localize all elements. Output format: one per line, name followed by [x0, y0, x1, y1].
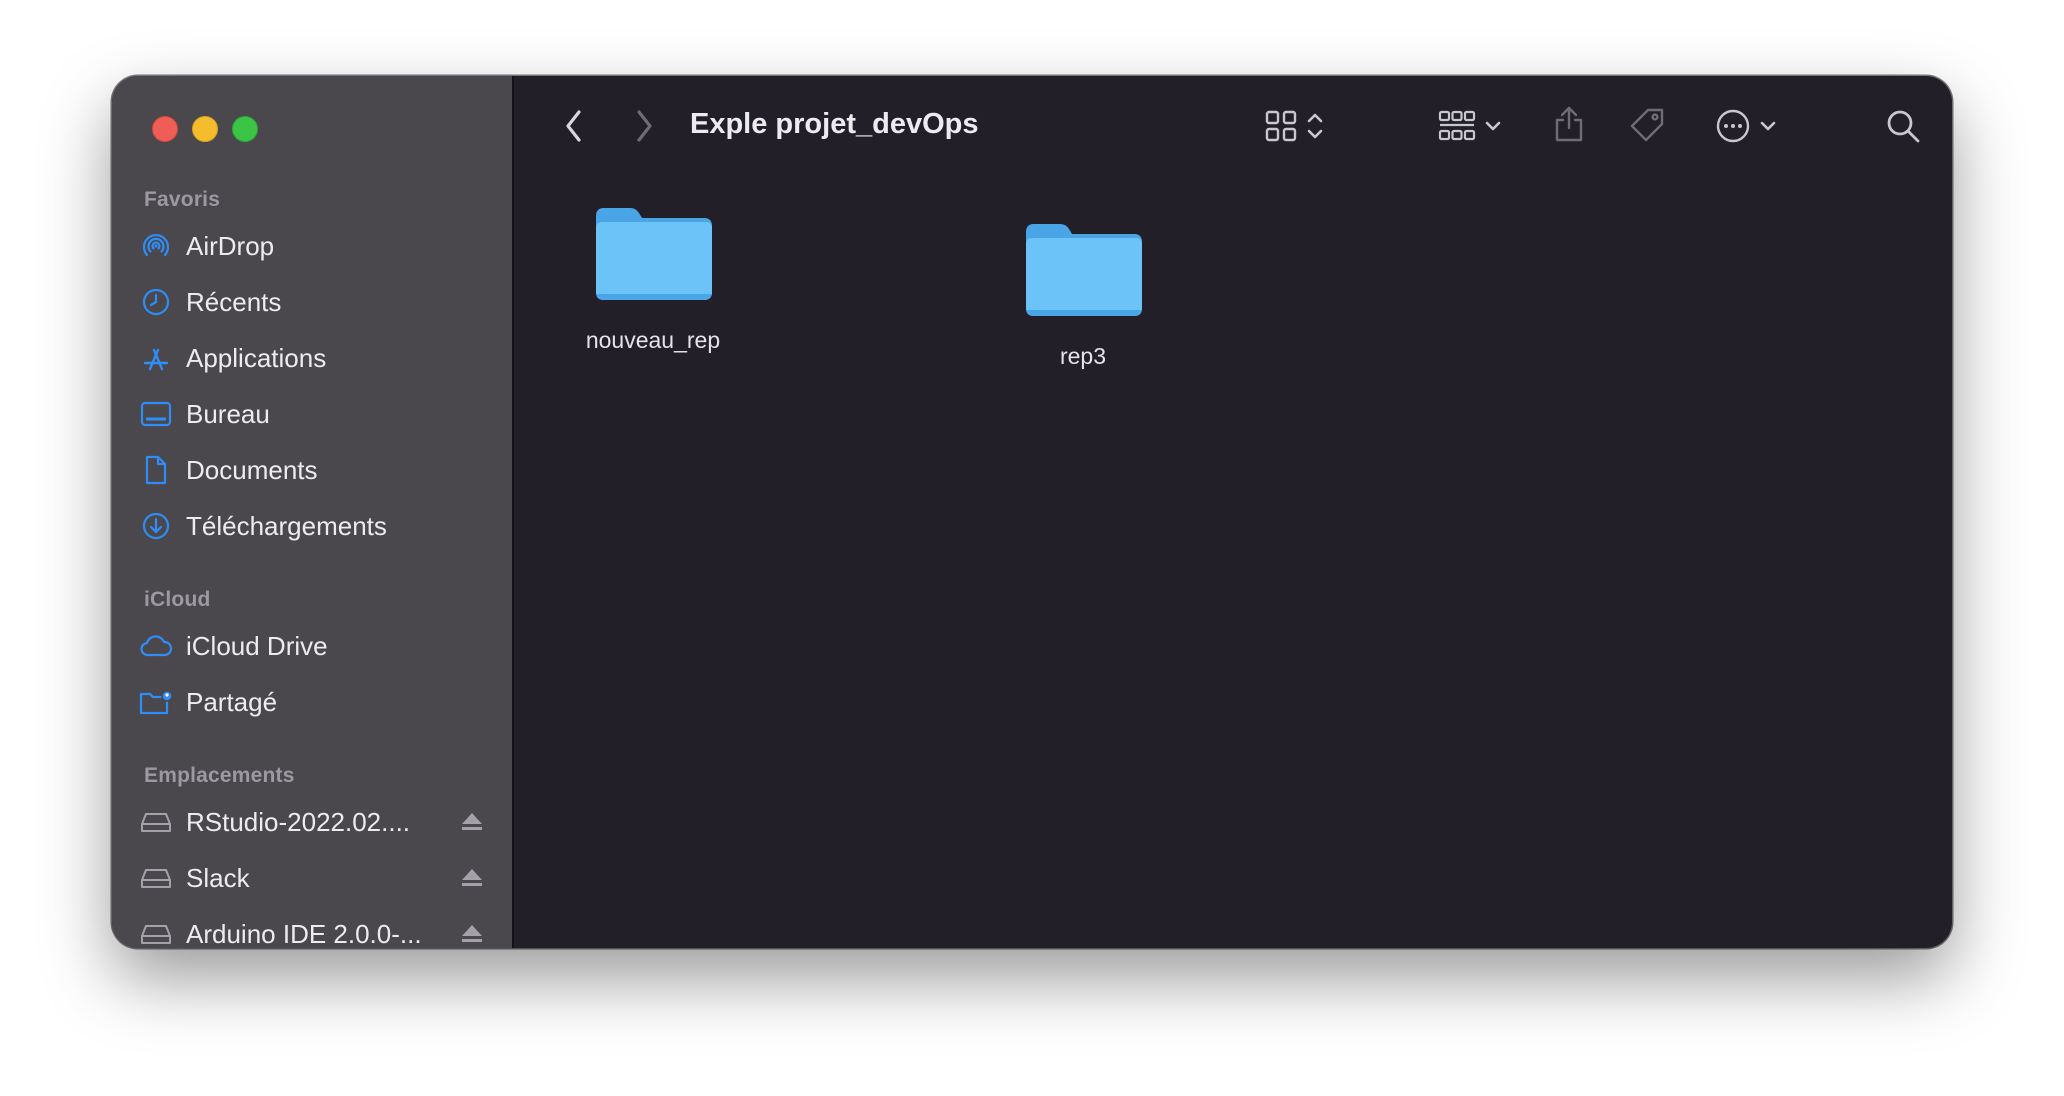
forward-button[interactable]	[622, 104, 666, 152]
file-name: nouveau_rep	[585, 327, 721, 353]
more-icon	[1715, 108, 1751, 149]
sidebar-item-label: Arduino IDE 2.0.0-...	[186, 918, 422, 949]
shared-folder-icon	[138, 684, 174, 720]
sidebar-item-label: iCloud Drive	[186, 630, 328, 661]
sidebar-item-label: Slack	[186, 862, 250, 893]
minimize-window-button[interactable]	[192, 116, 218, 142]
drive-icon	[138, 860, 174, 896]
folder-item[interactable]: nouveau_rep	[553, 202, 753, 354]
sidebar-item-label: Récents	[186, 286, 282, 317]
sidebar-item-slack[interactable]: Slack	[134, 854, 494, 902]
sidebar-item-label: RStudio-2022.02....	[186, 806, 411, 837]
sidebar-item-label: Bureau	[186, 398, 270, 429]
section-header-icloud: iCloud	[144, 588, 211, 611]
icon-view-icon	[1264, 109, 1298, 148]
clock-icon	[138, 284, 174, 320]
close-window-button[interactable]	[152, 116, 178, 142]
view-mode-button[interactable]	[1254, 104, 1334, 152]
group-button[interactable]	[1430, 104, 1510, 152]
search-button[interactable]	[1878, 104, 1928, 152]
sidebar-item-label: Applications	[186, 342, 327, 373]
sidebar: Favoris AirDrop Récents Applications Bur…	[112, 76, 514, 948]
chevron-down-icon	[1759, 119, 1777, 138]
sidebar-item-icloud-drive[interactable]: iCloud Drive	[134, 622, 494, 670]
sidebar-item-shared[interactable]: Partagé	[134, 678, 494, 726]
eject-icon[interactable]	[460, 922, 484, 946]
sidebar-item-documents[interactable]: Documents	[134, 446, 494, 494]
folder-item[interactable]: rep3	[983, 218, 1183, 370]
sidebar-item-bureau[interactable]: Bureau	[134, 390, 494, 438]
finder-window: Favoris AirDrop Récents Applications Bur…	[112, 76, 1952, 948]
eject-icon[interactable]	[460, 866, 484, 890]
group-icon	[1438, 109, 1476, 148]
file-name: rep3	[1059, 343, 1107, 369]
zoom-window-button[interactable]	[232, 116, 258, 142]
sidebar-item-label: Téléchargements	[186, 510, 387, 541]
sidebar-item-downloads[interactable]: Téléchargements	[134, 502, 494, 550]
chevron-down-icon	[1484, 119, 1502, 138]
tag-icon	[1628, 106, 1666, 149]
document-icon	[138, 452, 174, 488]
window-title: Exple projet_devOps	[690, 108, 979, 140]
sidebar-item-applications[interactable]: Applications	[134, 334, 494, 382]
sidebar-item-label: Documents	[186, 454, 318, 485]
share-button[interactable]	[1544, 100, 1594, 152]
cloud-icon	[138, 628, 174, 664]
search-icon	[1885, 108, 1921, 149]
folder-icon	[592, 202, 714, 309]
download-icon	[138, 508, 174, 544]
sidebar-item-arduino[interactable]: Arduino IDE 2.0.0-...	[134, 910, 494, 948]
chevron-updown-icon	[1306, 109, 1324, 148]
airdrop-icon	[138, 228, 174, 264]
drive-icon	[138, 804, 174, 840]
tag-button[interactable]	[1622, 102, 1672, 152]
share-icon	[1553, 104, 1585, 149]
sidebar-item-recents[interactable]: Récents	[134, 278, 494, 326]
folder-icon	[1022, 218, 1144, 325]
sidebar-item-airdrop[interactable]: AirDrop	[134, 222, 494, 270]
eject-icon[interactable]	[460, 810, 484, 834]
forward-icon	[633, 108, 655, 149]
applications-icon	[138, 340, 174, 376]
section-header-locations: Emplacements	[144, 764, 295, 787]
more-actions-button[interactable]	[1706, 104, 1786, 152]
section-header-favorites: Favoris	[144, 188, 221, 211]
sidebar-item-rstudio[interactable]: RStudio-2022.02....	[134, 798, 494, 846]
sidebar-item-label: Partagé	[186, 686, 278, 717]
desktop-icon	[138, 396, 174, 432]
drive-icon	[138, 916, 174, 948]
back-button[interactable]	[552, 104, 596, 152]
sidebar-item-label: AirDrop	[186, 230, 275, 261]
back-icon	[563, 108, 585, 149]
